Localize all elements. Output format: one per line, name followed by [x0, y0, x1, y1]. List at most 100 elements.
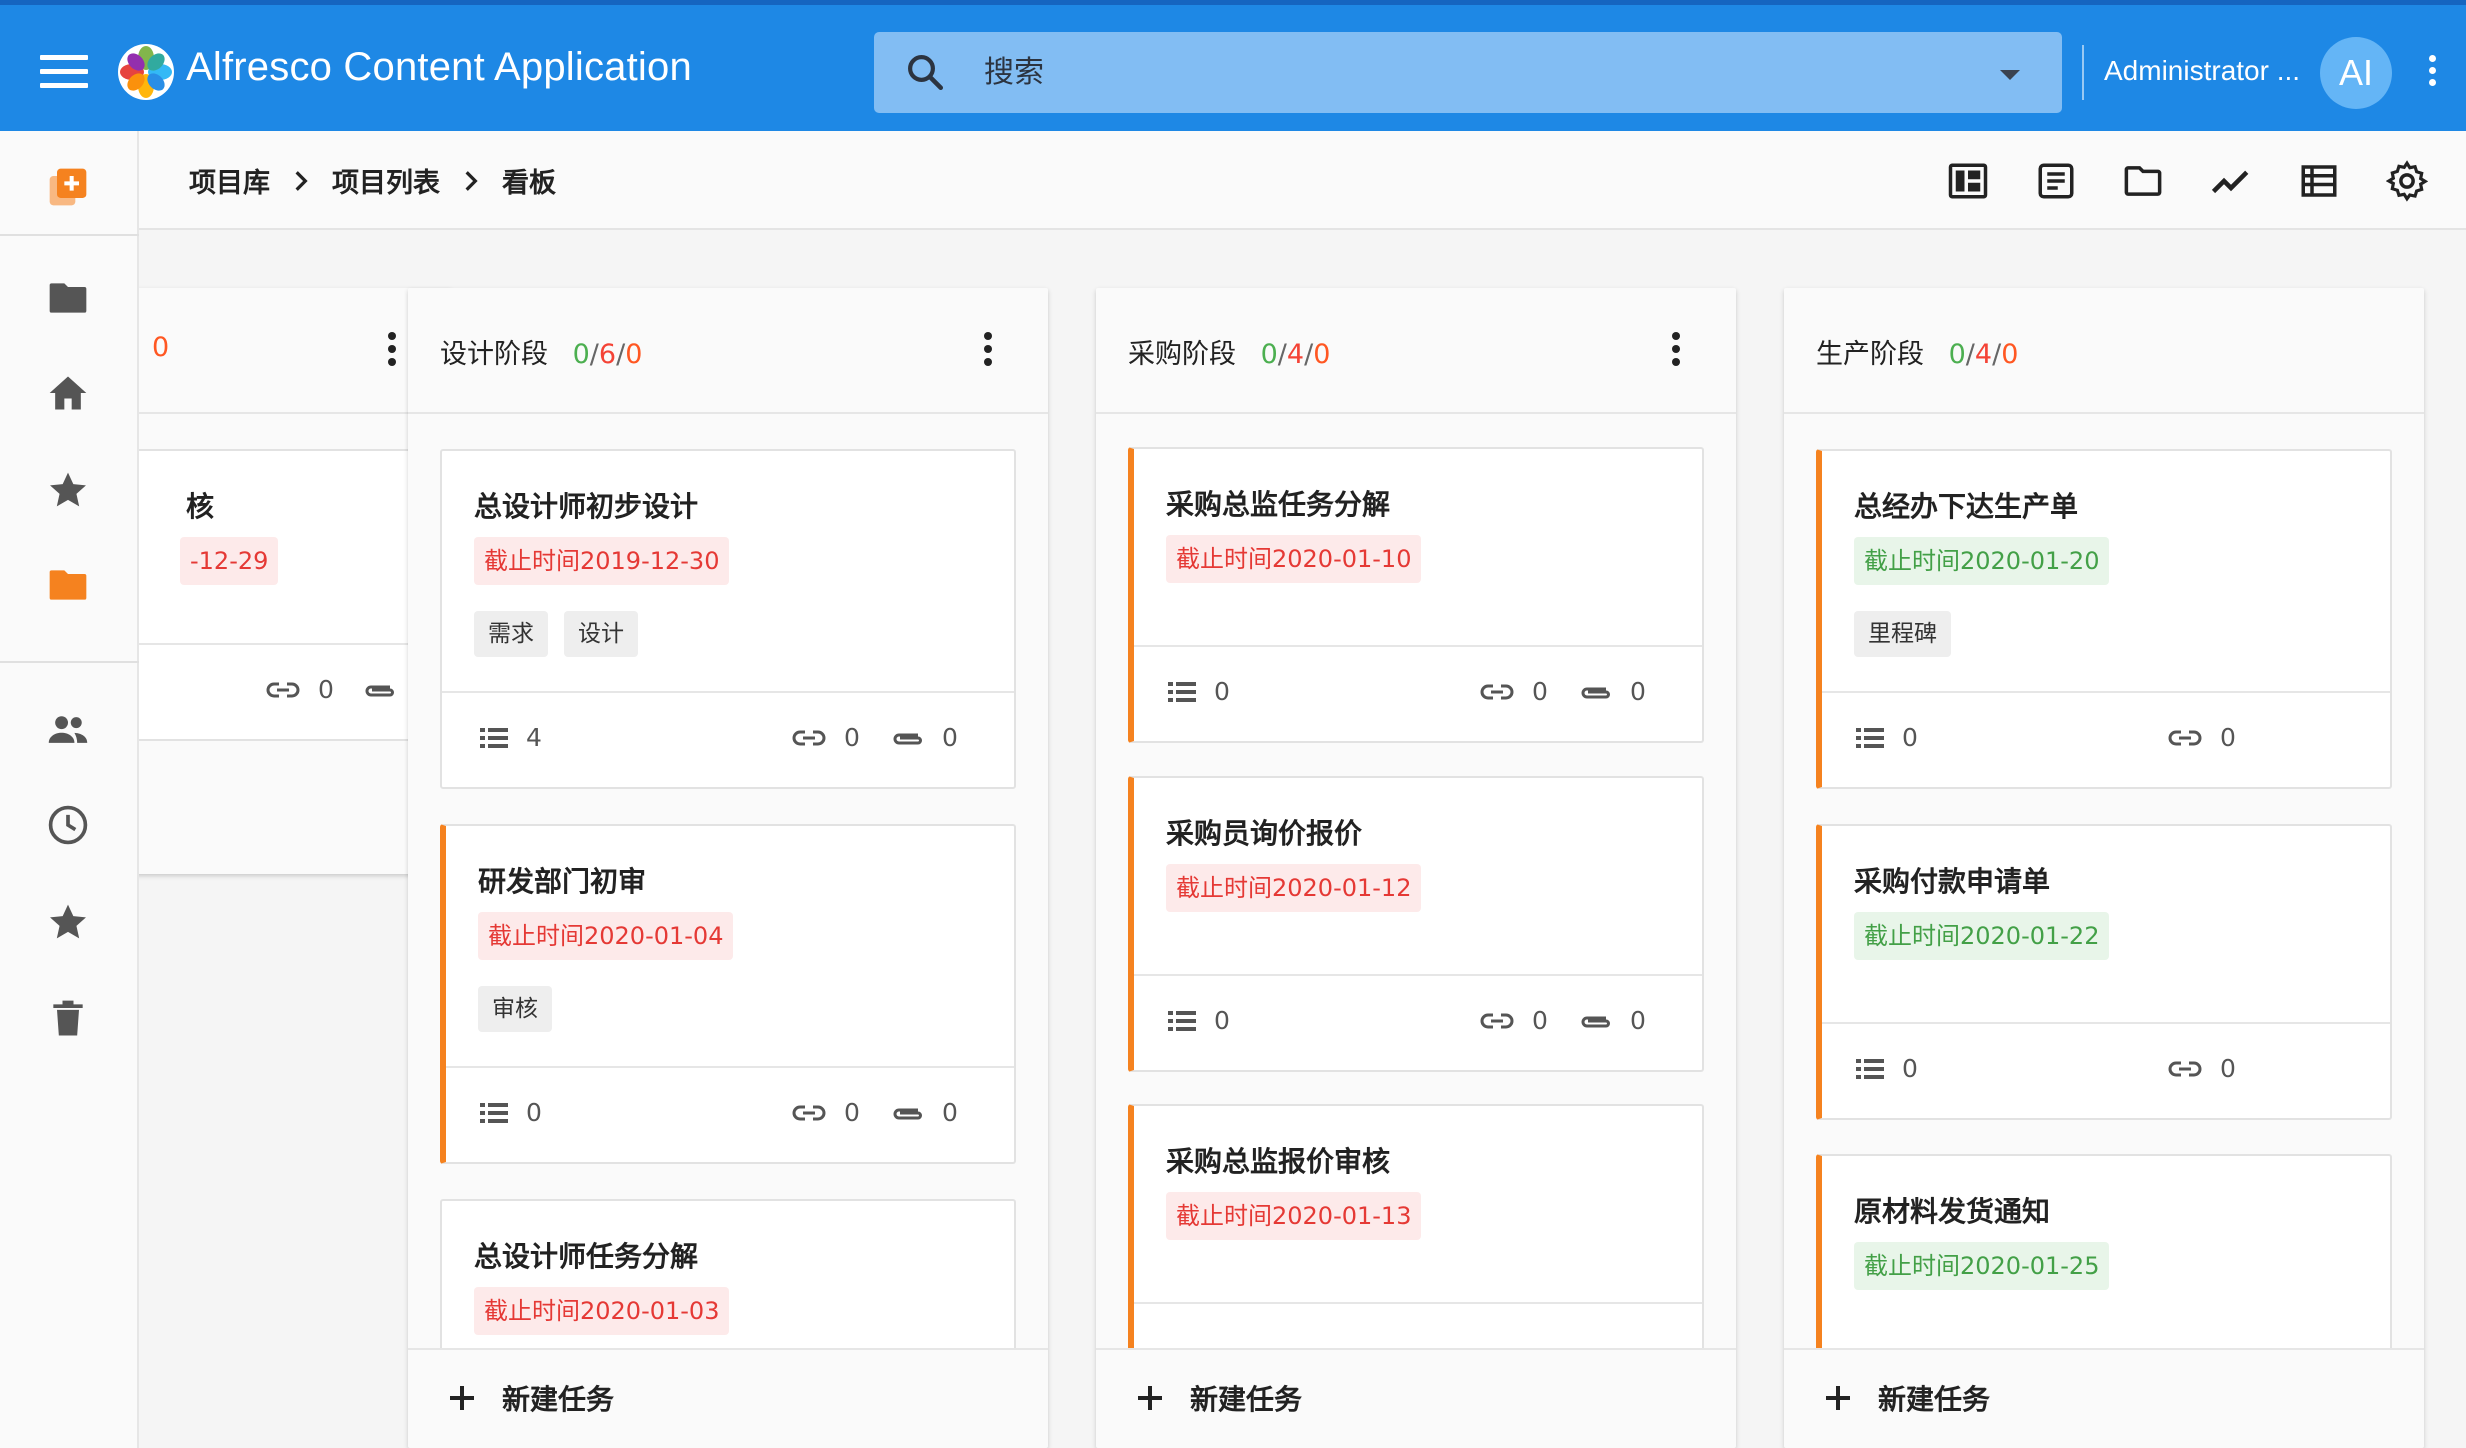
attachment-icon	[1581, 687, 1610, 698]
dashboard-icon[interactable]	[1947, 160, 1989, 202]
new-task-label: 新建任务	[502, 1383, 615, 1416]
article-icon[interactable]	[2035, 160, 2077, 202]
star-icon[interactable]	[46, 900, 90, 944]
links-count: 0	[1480, 677, 1548, 706]
column-menu-icon[interactable]	[388, 332, 398, 368]
list-icon[interactable]	[2298, 160, 2340, 202]
task-card[interactable]: 核 -12-29 0 0	[139, 449, 430, 741]
app-title: Alfresco Content Application	[186, 45, 692, 89]
avatar[interactable]: AI	[2320, 37, 2392, 109]
task-card[interactable]: 采购总监报价审核 截止时间2020-01-13	[1128, 1104, 1704, 1348]
tag-chip[interactable]: 需求	[474, 611, 548, 657]
task-card[interactable]: 研发部门初审 截止时间2020-01-04 审核 0 0 0	[440, 824, 1016, 1164]
task-title: 采购付款申请单	[1854, 865, 2051, 898]
due-date-badge: 截止时间2020-01-25	[1854, 1242, 2110, 1290]
settings-icon[interactable]	[2386, 160, 2428, 202]
star-icon[interactable]	[46, 468, 90, 512]
task-title: 总设计师任务分解	[474, 1240, 699, 1273]
trend-icon[interactable]	[2210, 160, 2252, 202]
due-date-badge: 截止时间2020-01-10	[1166, 535, 1422, 583]
tag-list: 审核	[478, 986, 568, 1032]
list-icon	[1168, 1010, 1196, 1031]
due-date-badge: 截止时间2020-01-12	[1166, 864, 1422, 912]
tag-chip[interactable]: 审核	[478, 986, 552, 1032]
task-card[interactable]: 总设计师初步设计 截止时间2019-12-30 需求 设计 4 0 0	[440, 449, 1016, 789]
links-count: 0	[792, 723, 860, 752]
subtasks-count: 4	[480, 723, 542, 752]
add-box-icon[interactable]	[46, 165, 90, 209]
attachments-count: 0	[890, 1098, 958, 1127]
search-options-dropdown-icon[interactable]	[2000, 70, 2020, 80]
search-bar[interactable]	[874, 32, 2062, 113]
task-title: 核	[186, 490, 215, 523]
attachments-count: 0	[890, 723, 958, 752]
kanban-board: 0 核 -12-29 0 0	[139, 232, 2466, 1448]
tag-chip[interactable]: 里程碑	[1854, 611, 1951, 657]
search-input[interactable]	[984, 44, 1884, 101]
due-date-badge: -12-29	[180, 537, 279, 585]
attachment-icon	[1581, 1016, 1610, 1027]
search-icon[interactable]	[904, 51, 946, 93]
task-card[interactable]: 原材料发货通知 截止时间2020-01-25	[1816, 1154, 2392, 1348]
task-title: 原材料发货通知	[1854, 1195, 2051, 1228]
subtasks-count: 0	[1168, 1006, 1230, 1035]
links-count: 0	[2168, 1054, 2236, 1083]
new-task-button[interactable]: 新建任务	[1096, 1348, 1736, 1446]
board-column: 设计阶段 0/6/0 总设计师初步设计 截止时间2019-12-30 需求 设计…	[408, 288, 1048, 1448]
task-card[interactable]: 采购员询价报价 截止时间2020-01-12 0 0 0	[1128, 776, 1704, 1072]
breadcrumb-item[interactable]: 项目列表	[332, 161, 440, 200]
due-date-badge: 截止时间2019-12-30	[474, 537, 730, 585]
folder-outline-icon[interactable]	[2122, 160, 2164, 202]
task-title: 采购员询价报价	[1166, 817, 1363, 850]
subtasks-count: 0	[1856, 723, 1918, 752]
more-vert-icon[interactable]	[2422, 55, 2442, 91]
tag-list: 需求 设计	[474, 611, 654, 657]
due-date-badge: 截止时间2020-01-03	[474, 1287, 730, 1335]
column-menu-icon[interactable]	[1672, 332, 1682, 368]
links-count: 0	[2168, 723, 2236, 752]
new-task-button[interactable]: 新建任务	[408, 1348, 1048, 1446]
chevron-right-icon	[465, 170, 478, 191]
links-count: 0	[1480, 1006, 1548, 1035]
task-title: 采购总监报价审核	[1166, 1145, 1391, 1178]
chevron-right-icon	[295, 170, 308, 191]
menu-icon[interactable]	[40, 55, 88, 89]
folder-icon[interactable]	[46, 276, 90, 320]
list-icon	[480, 727, 508, 748]
column-title: 生产阶段	[1816, 339, 1924, 370]
home-icon[interactable]	[46, 371, 90, 415]
trash-icon[interactable]	[46, 997, 90, 1041]
link-icon	[1480, 1013, 1514, 1028]
subtasks-count: 0	[1856, 1054, 1918, 1083]
link-icon	[792, 1105, 826, 1120]
task-card[interactable]: 总经办下达生产单 截止时间2020-01-20 里程碑 0 0	[1816, 449, 2392, 789]
breadcrumb-item[interactable]: 项目库	[189, 161, 270, 200]
task-card[interactable]: 总设计师任务分解 截止时间2020-01-03	[440, 1199, 1016, 1348]
people-icon[interactable]	[46, 708, 90, 752]
task-card[interactable]: 采购总监任务分解 截止时间2020-01-10 0 0 0	[1128, 447, 1704, 743]
attachments-count: 0	[1578, 1006, 1646, 1035]
due-date-badge: 截止时间2020-01-04	[478, 912, 734, 960]
link-icon	[1480, 684, 1514, 699]
user-name[interactable]: Administrator ...	[2104, 55, 2300, 87]
link-icon	[2168, 730, 2202, 745]
column-title: 设计阶段	[440, 339, 548, 370]
list-icon	[480, 1102, 508, 1123]
clock-icon[interactable]	[46, 803, 90, 847]
attachments-count: 0	[1578, 677, 1646, 706]
list-icon	[1168, 681, 1196, 702]
links-count: 0	[266, 675, 334, 704]
link-icon	[2168, 1061, 2202, 1076]
link-icon	[792, 730, 826, 745]
task-card[interactable]: 采购付款申请单 截止时间2020-01-22 0 0	[1816, 824, 2392, 1120]
new-task-button[interactable]: 新建任务	[1784, 1348, 2424, 1446]
app-header: Alfresco Content Application Administrat…	[0, 0, 2466, 131]
folder-icon[interactable]	[46, 563, 90, 607]
card-footer	[1134, 1302, 1702, 1348]
plus-icon	[450, 1386, 474, 1410]
column-menu-icon[interactable]	[984, 332, 994, 368]
board-column: 采购阶段 0/4/0 采购总监任务分解 截止时间2020-01-10 0 0 0…	[1096, 288, 1736, 1448]
breadcrumb: 项目库 项目列表 看板	[189, 161, 556, 200]
links-count: 0	[792, 1098, 860, 1127]
tag-chip[interactable]: 设计	[564, 611, 638, 657]
